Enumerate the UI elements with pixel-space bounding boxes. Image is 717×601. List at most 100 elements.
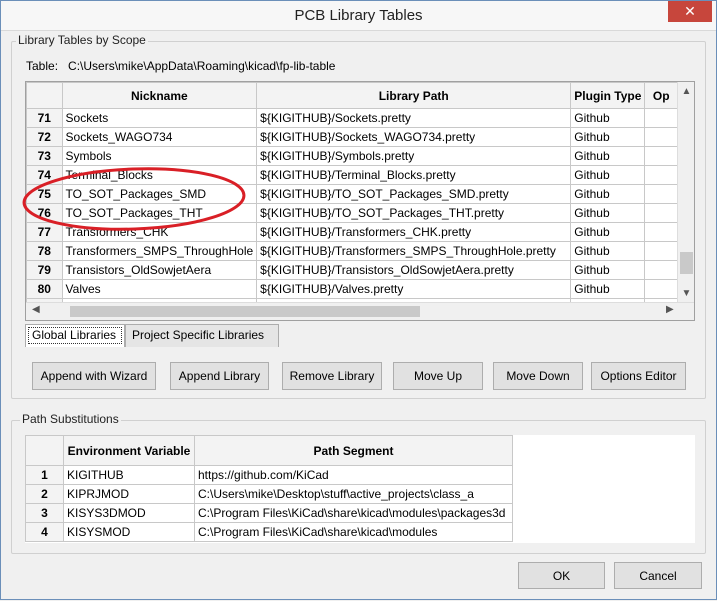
options-editor-button[interactable]: Options Editor	[591, 362, 686, 390]
horizontal-scroll-thumb[interactable]	[70, 306, 420, 317]
options-cell[interactable]	[644, 146, 678, 166]
library-path-cell[interactable]: ${KIGITHUB}/Transformers_SMPS_ThroughHol…	[256, 241, 572, 261]
cancel-button[interactable]: Cancel	[614, 562, 702, 589]
scroll-down-icon[interactable]: ▼	[678, 288, 694, 299]
table-row[interactable]: 80 Valves ${KIGITHUB}/Valves.pretty Github	[26, 279, 678, 299]
column-header-library-path[interactable]: Library Path	[256, 82, 572, 109]
table-row[interactable]: 71 Sockets ${KIGITHUB}/Sockets.pretty Githu…	[26, 108, 678, 128]
plugin-type-cell[interactable]: Github	[570, 241, 646, 261]
path-segment-cell[interactable]: https://github.com/KiCad	[194, 465, 513, 485]
column-header-environment-variable[interactable]: Environment Variable	[63, 435, 195, 466]
options-cell[interactable]	[644, 241, 678, 261]
move-up-button[interactable]: Move Up	[393, 362, 483, 390]
row-number[interactable]: 77	[26, 222, 63, 242]
row-number[interactable]: 2	[25, 484, 64, 504]
tab-project-specific-libraries[interactable]: Project Specific Libraries	[125, 324, 279, 347]
nickname-cell[interactable]: Sockets	[61, 108, 258, 128]
plugin-type-cell[interactable]: Github	[570, 203, 646, 223]
plugin-type-cell[interactable]: Github	[570, 146, 646, 166]
row-number[interactable]: 78	[26, 241, 63, 261]
horizontal-scrollbar[interactable]: ◀ ▶	[26, 302, 694, 320]
row-number[interactable]: 74	[26, 165, 63, 185]
table-row[interactable]: 73 Symbols ${KIGITHUB}/Symbols.pretty Githu…	[26, 146, 678, 166]
row-number[interactable]: 80	[26, 279, 63, 299]
nickname-cell[interactable]: Sockets_WAGO734	[61, 127, 258, 147]
environment-variable-cell[interactable]: KISYS3DMOD	[63, 503, 195, 523]
remove-library-button[interactable]: Remove Library	[282, 362, 382, 390]
options-cell[interactable]	[644, 127, 678, 147]
options-cell[interactable]	[644, 184, 678, 204]
table-row[interactable]: 76 TO_SOT_Packages_THT ${KIGITHUB}/TO_SOT_…	[26, 203, 678, 223]
row-number[interactable]: 71	[26, 108, 63, 128]
path-segment-cell[interactable]: C:\Program Files\KiCad\share\kicad\modul…	[194, 503, 513, 523]
nickname-cell[interactable]: Transistors_OldSowjetAera	[61, 260, 258, 280]
nickname-cell[interactable]: TO_SOT_Packages_THT	[61, 203, 258, 223]
table-row[interactable]: 75 TO_SOT_Packages_SMD ${KIGITHUB}/TO_SOT_…	[26, 184, 678, 204]
nickname-cell[interactable]: Valves	[61, 279, 258, 299]
options-cell[interactable]	[644, 279, 678, 299]
row-number[interactable]: 79	[26, 260, 63, 280]
row-number[interactable]: 4	[25, 522, 64, 542]
append-with-wizard-button[interactable]: Append with Wizard	[32, 362, 156, 390]
plugin-type-cell[interactable]: Github	[570, 279, 646, 299]
move-down-button[interactable]: Move Down	[493, 362, 583, 390]
vertical-scrollbar[interactable]: ▲ ▼	[677, 82, 694, 304]
column-header-options[interactable]: Op	[644, 82, 678, 109]
options-cell[interactable]	[644, 108, 678, 128]
plugin-type-cell[interactable]: Github	[570, 165, 646, 185]
scroll-left-icon[interactable]: ◀	[32, 304, 40, 315]
table-row[interactable]: 72 Sockets_WAGO734 ${KIGITHUB}/Sockets_WAG…	[26, 127, 678, 147]
library-path-cell[interactable]: ${KIGITHUB}/TO_SOT_Packages_THT.pretty	[256, 203, 572, 223]
environment-variable-cell[interactable]: KISYSMOD	[63, 522, 195, 542]
library-path-cell[interactable]: ${KIGITHUB}/Transformers_CHK.pretty	[256, 222, 572, 242]
table-row[interactable]: 79 Transistors_OldSowjetAera ${KIGITHUB}/T…	[26, 260, 678, 280]
table-row[interactable]: 2 KIPRJMOD C:\Users\mike\Desktop\stuff\act…	[25, 484, 513, 504]
path-substitutions-grid[interactable]: Environment Variable Path Segment 1 KIGIT…	[25, 435, 695, 543]
table-row[interactable]: 3 KISYS3DMOD C:\Program Files\KiCad\share\…	[25, 503, 513, 523]
nickname-cell[interactable]: TO_SOT_Packages_SMD	[61, 184, 258, 204]
nickname-cell[interactable]: Transformers_CHK	[61, 222, 258, 242]
environment-variable-cell[interactable]: KIGITHUB	[63, 465, 195, 485]
column-header-plugin-type[interactable]: Plugin Type	[570, 82, 646, 109]
library-path-cell[interactable]: ${KIGITHUB}/Terminal_Blocks.pretty	[256, 165, 572, 185]
scroll-up-icon[interactable]: ▲	[678, 86, 694, 97]
table-row[interactable]: 74 Terminal_Blocks ${KIGITHUB}/Terminal_Bl…	[26, 165, 678, 185]
options-cell[interactable]	[644, 165, 678, 185]
close-icon[interactable]: ✕	[668, 1, 712, 22]
row-number[interactable]: 1	[25, 465, 64, 485]
options-cell[interactable]	[644, 260, 678, 280]
options-cell[interactable]	[644, 203, 678, 223]
column-header-path-segment[interactable]: Path Segment	[194, 435, 513, 466]
table-row[interactable]: 4 KISYSMOD C:\Program Files\KiCad\share\ki…	[25, 522, 513, 542]
column-header-nickname[interactable]: Nickname	[61, 82, 258, 109]
row-number[interactable]: 72	[26, 127, 63, 147]
library-path-cell[interactable]: ${KIGITHUB}/Symbols.pretty	[256, 146, 572, 166]
environment-variable-cell[interactable]: KIPRJMOD	[63, 484, 195, 504]
library-path-cell[interactable]: ${KIGITHUB}/Transistors_OldSowjetAera.pr…	[256, 260, 572, 280]
library-path-cell[interactable]: ${KIGITHUB}/Valves.pretty	[256, 279, 572, 299]
library-path-cell[interactable]: ${KIGITHUB}/Sockets.pretty	[256, 108, 572, 128]
table-row[interactable]: 1 KIGITHUB https://github.com/KiCad	[25, 465, 513, 485]
scroll-right-icon[interactable]: ▶	[666, 304, 674, 315]
row-number[interactable]: 73	[26, 146, 63, 166]
path-segment-cell[interactable]: C:\Users\mike\Desktop\stuff\active_proje…	[194, 484, 513, 504]
tab-global-libraries[interactable]: Global Libraries	[25, 324, 125, 347]
path-segment-cell[interactable]: C:\Program Files\KiCad\share\kicad\modul…	[194, 522, 513, 542]
library-grid[interactable]: Nickname Library Path Plugin Type Op 71 S…	[25, 81, 695, 321]
plugin-type-cell[interactable]: Github	[570, 260, 646, 280]
plugin-type-cell[interactable]: Github	[570, 184, 646, 204]
plugin-type-cell[interactable]: Github	[570, 108, 646, 128]
plugin-type-cell[interactable]: Github	[570, 127, 646, 147]
nickname-cell[interactable]: Symbols	[61, 146, 258, 166]
ok-button[interactable]: OK	[518, 562, 605, 589]
library-path-cell[interactable]: ${KIGITHUB}/TO_SOT_Packages_SMD.pretty	[256, 184, 572, 204]
nickname-cell[interactable]: Terminal_Blocks	[61, 165, 258, 185]
library-path-cell[interactable]: ${KIGITHUB}/Sockets_WAGO734.pretty	[256, 127, 572, 147]
table-row[interactable]: 77 Transformers_CHK ${KIGITHUB}/Transforme…	[26, 222, 678, 242]
row-number[interactable]: 75	[26, 184, 63, 204]
table-row[interactable]: 78 Transformers_SMPS_ThroughHole ${KIGITHU…	[26, 241, 678, 261]
append-library-button[interactable]: Append Library	[170, 362, 269, 390]
options-cell[interactable]	[644, 222, 678, 242]
plugin-type-cell[interactable]: Github	[570, 222, 646, 242]
nickname-cell[interactable]: Transformers_SMPS_ThroughHole	[61, 241, 258, 261]
